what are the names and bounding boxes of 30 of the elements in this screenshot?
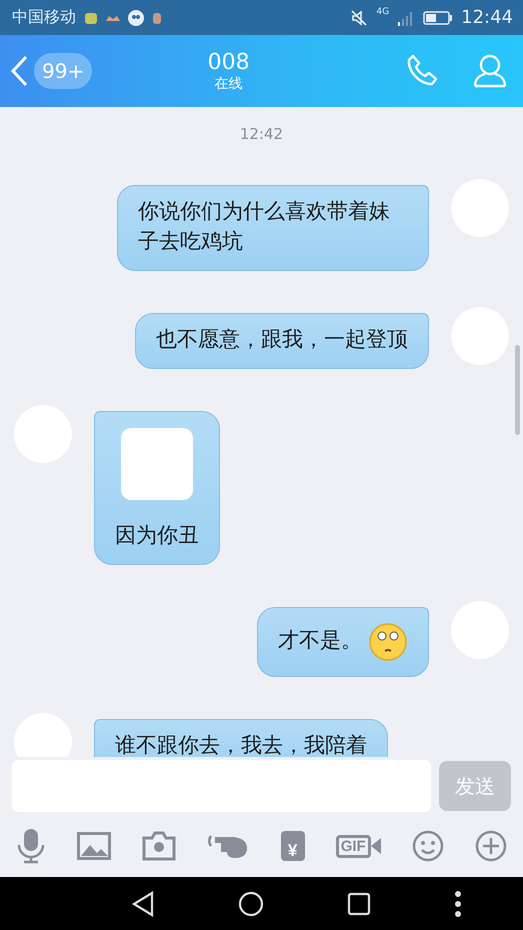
network-type: 4G <box>376 7 390 17</box>
clock: 12:44 <box>461 7 513 28</box>
group-icon <box>128 10 144 26</box>
recent-apps-icon[interactable] <box>346 892 371 916</box>
more-icon[interactable] <box>454 890 462 918</box>
contact-icon[interactable] <box>473 54 507 88</box>
carrier-name: 中国移动 <box>12 7 76 28</box>
home-icon[interactable] <box>238 890 264 916</box>
envelope-button[interactable]: ¥ <box>280 831 305 861</box>
notification-icon <box>84 10 98 24</box>
timestamp: 12:42 <box>240 125 284 143</box>
battery-icon <box>423 10 454 24</box>
sticker-placeholder <box>121 428 193 500</box>
microphone-icon[interactable] <box>16 828 46 864</box>
message-text: 才不是。 <box>278 627 362 654</box>
message-text: 因为你丑 <box>115 522 199 549</box>
contact-name: 008 <box>208 50 250 74</box>
message-text: 也不愿意，跟我，一起登顶 <box>156 326 408 353</box>
mute-icon <box>350 8 368 26</box>
image-icon[interactable] <box>77 832 112 860</box>
back-icon[interactable] <box>131 890 156 916</box>
plus-icon[interactable] <box>474 830 507 862</box>
message-text: 你说你们为什么喜欢带着妹子去吃鸡坑 <box>138 198 391 255</box>
unread-badge[interactable]: 99+ <box>34 53 92 89</box>
online-status: 在线 <box>214 74 243 92</box>
smiley-icon[interactable] <box>412 830 444 862</box>
message-text: 谁不跟你去，我去，我陪着 <box>115 732 367 757</box>
camera-icon[interactable] <box>142 831 176 861</box>
notification-icon <box>106 14 120 22</box>
phone-icon[interactable] <box>405 54 439 88</box>
